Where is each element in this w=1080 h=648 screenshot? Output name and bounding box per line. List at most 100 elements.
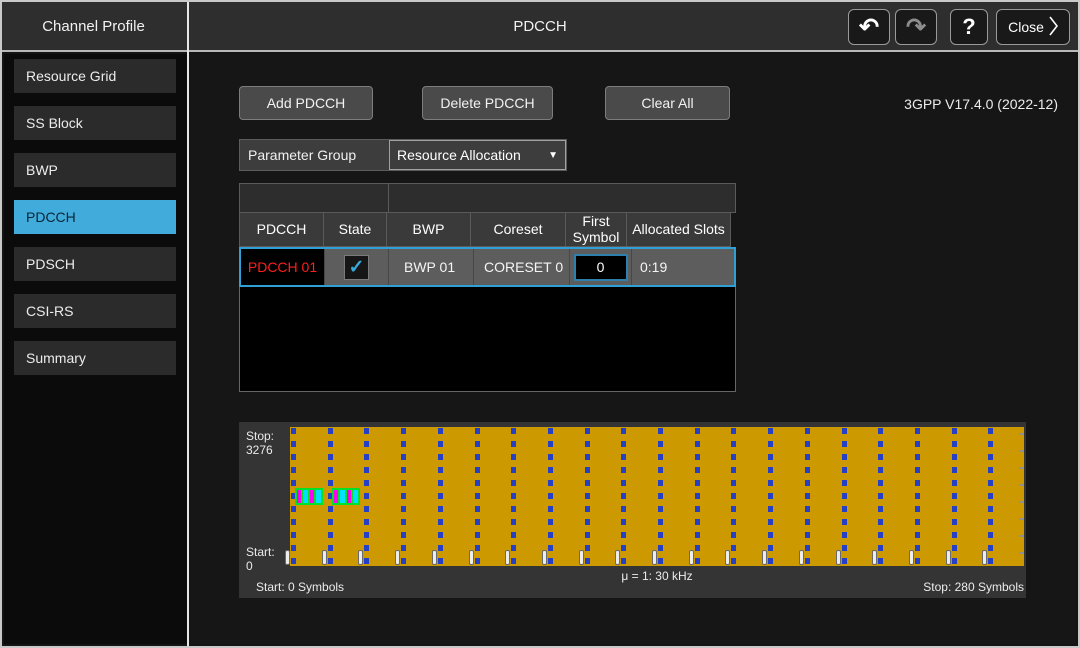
slot-tick-marker: [505, 550, 510, 565]
clear-all-button[interactable]: Clear All: [605, 86, 730, 120]
sidebar-item-label: PDCCH: [26, 209, 76, 225]
close-button-label: Close: [1008, 19, 1044, 35]
undo-icon: ↶: [859, 13, 879, 42]
plot-edge-tick: [1019, 450, 1024, 452]
pdcch-dmrs-stripe: [310, 490, 314, 503]
slot-boundary-line: [988, 428, 993, 565]
sidebar-item-bwp[interactable]: BWP: [14, 153, 176, 187]
table-group-header-row: [239, 183, 736, 213]
slot-tick-marker: [285, 550, 290, 565]
slot-tick-marker: [982, 550, 987, 565]
slot-boundary-line: [805, 428, 810, 565]
sidebar-item-resource-grid[interactable]: Resource Grid: [14, 59, 176, 93]
pdcch-dmrs-stripe: [297, 490, 301, 503]
sidebar-item-label: CSI-RS: [26, 303, 73, 319]
first-symbol-input[interactable]: [574, 254, 628, 281]
table-row[interactable]: PDCCH 01 ✓ BWP 01 CORESET 0 0:19: [239, 247, 736, 287]
sidebar-item-ss-block[interactable]: SS Block: [14, 106, 176, 140]
parameter-group-value: Resource Allocation: [397, 147, 548, 163]
parameter-group-dropdown[interactable]: Resource Allocation ▼: [389, 140, 566, 170]
delete-pdcch-button[interactable]: Delete PDCCH: [422, 86, 553, 120]
pdcch-data-stripe: [303, 490, 308, 503]
slot-tick-marker: [836, 550, 841, 565]
slot-boundary-line: [364, 428, 369, 565]
first-symbol-cell: [569, 249, 631, 285]
state-cell: ✓: [324, 249, 388, 285]
y-axis-start-label: Start: 0: [246, 545, 275, 574]
add-pdcch-button[interactable]: Add PDCCH: [239, 86, 373, 120]
group-header-cell: [388, 183, 736, 213]
slot-boundary-line: [915, 428, 920, 565]
sidebar-item-pdcch[interactable]: PDCCH: [14, 200, 176, 234]
pdcch-allocation-block: [332, 488, 360, 505]
plot-edge-tick: [1019, 518, 1024, 520]
plot-edge-tick: [1019, 552, 1024, 554]
sidebar-item-pdsch[interactable]: PDSCH: [14, 247, 176, 281]
column-header-coreset: Coreset: [470, 213, 566, 247]
pdcch-table: PDCCH State BWP Coreset First Symbol All…: [239, 183, 736, 287]
dropdown-arrow-icon: ▼: [548, 150, 558, 161]
column-header-state: State: [323, 213, 387, 247]
slot-boundary-line: [768, 428, 773, 565]
pdcch-name-cell[interactable]: PDCCH 01: [241, 249, 324, 285]
slot-tick-marker: [469, 550, 474, 565]
help-icon: ?: [962, 14, 975, 40]
x-axis-start-label: Start: 0 Symbols: [256, 580, 344, 594]
slot-tick-marker: [432, 550, 437, 565]
x-axis-stop-label: Stop: 280 Symbols: [923, 580, 1024, 594]
y-axis-stop-label: Stop: 3276: [246, 429, 274, 458]
titlebar-buttons: ↶ ↷ ? Close: [848, 9, 1070, 45]
slot-boundary-line: [401, 428, 406, 565]
slot-boundary-line: [621, 428, 626, 565]
column-header-allocated-slots: Allocated Slots: [626, 213, 731, 247]
column-header-first-symbol: First Symbol: [565, 213, 627, 247]
help-button[interactable]: ?: [950, 9, 988, 45]
column-header-bwp: BWP: [386, 213, 471, 247]
pdcch-data-stripe: [316, 490, 321, 503]
slot-boundary-line: [475, 428, 480, 565]
resource-grid-plot: [290, 427, 1024, 566]
coreset-cell[interactable]: CORESET 0: [473, 249, 569, 285]
slot-boundary-line: [878, 428, 883, 565]
slot-tick-marker: [909, 550, 914, 565]
redo-button[interactable]: ↷: [895, 9, 937, 45]
checkmark-icon: ✓: [349, 256, 365, 279]
slot-tick-marker: [725, 550, 730, 565]
sidebar-item-label: SS Block: [26, 115, 83, 131]
panel-title: Channel Profile: [2, 2, 185, 50]
sidebar-item-label: PDSCH: [26, 256, 75, 272]
column-header-pdcch: PDCCH: [239, 213, 324, 247]
plot-edge-tick: [1019, 535, 1024, 537]
plot-edge-tick: [1019, 484, 1024, 486]
slot-boundary-line: [548, 428, 553, 565]
slot-boundary-line: [695, 428, 700, 565]
sidebar: Resource Grid SS Block BWP PDCCH PDSCH CSI-RS…: [4, 54, 187, 644]
undo-button[interactable]: ↶: [848, 9, 890, 45]
sidebar-item-summary[interactable]: Summary: [14, 341, 176, 375]
app-window: Channel Profile PDCCH ↶ ↷ ? Close Resour…: [0, 0, 1080, 648]
title-bar: Channel Profile PDCCH ↶ ↷ ? Close: [2, 2, 1078, 52]
slot-boundary-line: [952, 428, 957, 565]
allocated-slots-cell[interactable]: 0:19: [631, 249, 734, 285]
state-checkbox[interactable]: ✓: [344, 255, 369, 280]
slot-boundary-line: [585, 428, 590, 565]
slot-tick-marker: [689, 550, 694, 565]
slot-tick-marker: [322, 550, 327, 565]
close-button[interactable]: Close: [996, 9, 1070, 45]
slot-tick-marker: [652, 550, 657, 565]
plot-edge-tick: [1019, 501, 1024, 503]
main-panel: Add PDCCH Delete PDCCH Clear All 3GPP V1…: [189, 54, 1076, 644]
sidebar-item-csi-rs[interactable]: CSI-RS: [14, 294, 176, 328]
slot-tick-marker: [579, 550, 584, 565]
pdcch-data-stripe: [340, 490, 345, 503]
parameter-group-bar: Parameter Group Resource Allocation ▼: [239, 139, 567, 171]
slot-boundary-line: [511, 428, 516, 565]
pdcch-allocation-block: [295, 488, 323, 505]
slot-boundary-line: [731, 428, 736, 565]
chevron-right-icon: [1049, 16, 1058, 39]
parameter-group-label: Parameter Group: [240, 147, 389, 163]
sidebar-item-label: BWP: [26, 162, 58, 178]
slot-tick-marker: [358, 550, 363, 565]
bwp-cell[interactable]: BWP 01: [388, 249, 473, 285]
redo-icon: ↷: [906, 13, 926, 42]
